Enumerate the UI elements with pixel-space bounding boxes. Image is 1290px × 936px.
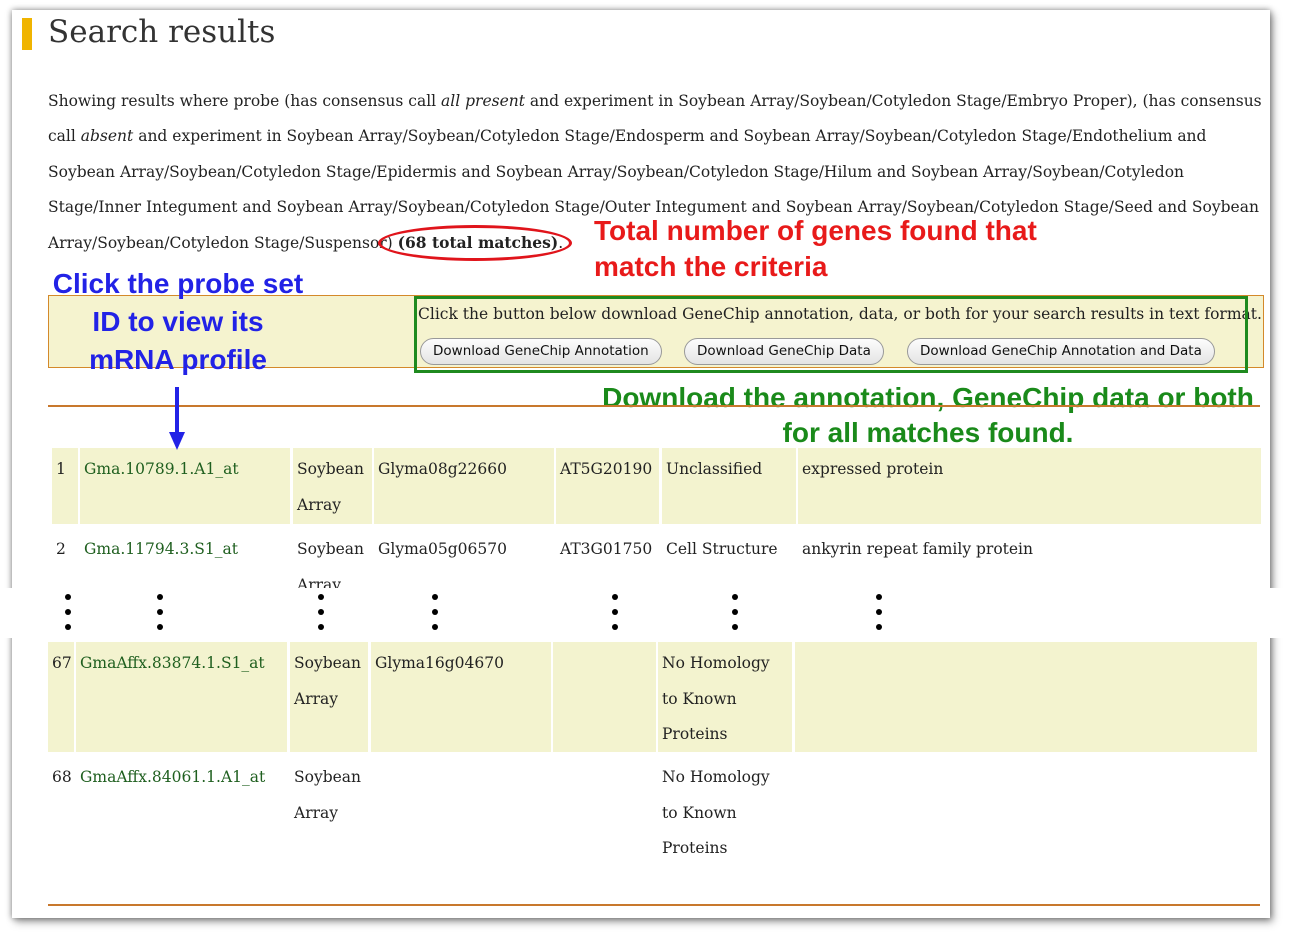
probe-set-link[interactable]: GmaAffx.84061.1.A1_at [80,768,265,786]
agi-cell [553,642,656,752]
probe-set-cell: GmaAffx.83874.1.S1_at [76,642,287,752]
category-cell: No Homology to Known Proteins [658,642,792,752]
row-number: 1 [52,448,78,524]
probe-set-cell: Gma.10789.1.A1_at [80,448,290,524]
ellipsis-dots [65,594,71,639]
click-probe-annotation: Click the probe set ID to view its mRNA … [52,268,304,375]
omitted-rows-indicator [0,588,1290,638]
arrow-down-icon [175,387,179,435]
title-accent-bar [22,18,32,50]
ellipsis-dots [876,594,882,639]
description-cell [795,642,1257,752]
gene-model-cell [371,756,551,866]
table-row: 67 GmaAffx.83874.1.S1_at Soybean Array G… [0,642,1290,752]
agi-cell: AT5G20190 [556,448,659,524]
ellipsis-dots [318,594,324,639]
agi-cell [553,756,656,866]
probe-set-link[interactable]: Gma.10789.1.A1_at [84,460,239,478]
download-highlight-box [414,296,1248,373]
ellipsis-dots [157,594,163,639]
probe-set-cell: GmaAffx.84061.1.A1_at [76,756,287,866]
ellipsis-dots [432,594,438,639]
download-annotation: Download the annotation, GeneChip data o… [602,382,1254,448]
ellipsis-dots [732,594,738,639]
probe-set-link[interactable]: Gma.11794.3.S1_at [84,540,238,558]
ellipsis-dots [612,594,618,639]
category-cell: Unclassified [662,448,796,524]
description-cell [795,756,1257,866]
gene-model-cell: Glyma08g22660 [374,448,554,524]
category-cell: No Homology to Known Proteins [662,768,770,857]
description-cell: expressed protein [798,448,1261,524]
description-consensus-present: all present [441,92,525,110]
row-number: 68 [52,768,72,786]
array-cell: Soybean Array [293,448,372,524]
total-matches-highlight [378,225,572,261]
table-row: 1 Gma.10789.1.A1_at Soybean Array Glyma0… [0,448,1290,524]
description-consensus-absent: absent [80,127,134,146]
array-cell: Soybean Array [294,768,362,822]
probe-set-link[interactable]: GmaAffx.83874.1.S1_at [80,654,265,672]
table-row: 68 GmaAffx.84061.1.A1_at Soybean Array N… [0,756,1290,866]
bottom-separator [48,904,1260,906]
gene-model-cell: Glyma16g04670 [371,642,551,752]
page-title: Search results [48,14,276,50]
description-text: Showing results where probe (has consens… [48,92,442,110]
row-number: 67 [48,642,74,752]
top-separator [48,405,1260,407]
total-genes-annotation: Total number of genes found that match t… [594,215,1037,282]
arrow-head-icon [169,432,185,450]
array-cell: Soybean Array [290,642,368,752]
